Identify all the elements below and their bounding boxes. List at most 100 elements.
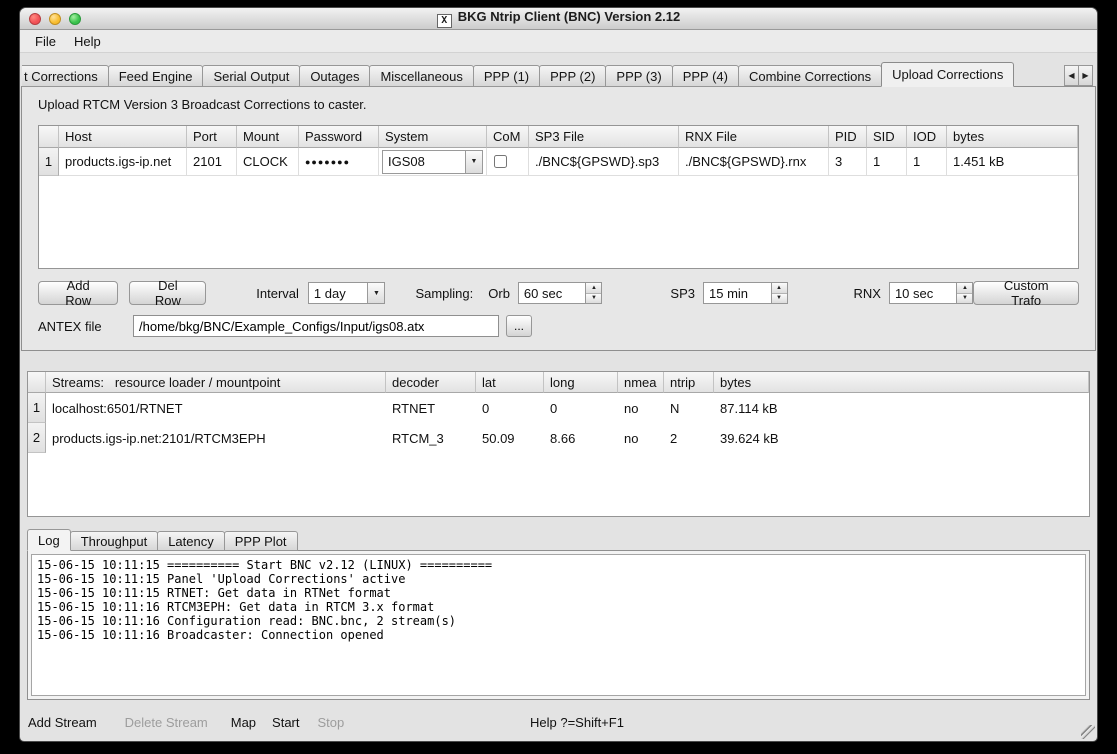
add-row-button[interactable]: Add Row	[38, 281, 118, 305]
col-header-system[interactable]: System	[379, 126, 487, 148]
antex-file-input[interactable]	[133, 315, 499, 337]
cell-nmea[interactable]: no	[618, 393, 664, 423]
minimize-button[interactable]	[49, 13, 61, 25]
interval-value: 1 day	[309, 283, 368, 303]
tab-upload-corrections[interactable]: Upload Corrections	[881, 62, 1014, 87]
row-number[interactable]: 1	[39, 148, 59, 176]
cell-lat[interactable]: 0	[476, 393, 544, 423]
tab-ppp-4[interactable]: PPP (4)	[672, 65, 739, 87]
tab-log[interactable]: Log	[27, 529, 71, 551]
col-header-pid[interactable]: PID	[829, 126, 867, 148]
cell-ntrip[interactable]: 2	[664, 423, 714, 453]
tab-outages[interactable]: Outages	[299, 65, 370, 87]
resize-grip[interactable]	[1081, 725, 1095, 739]
tab-ppp-plot[interactable]: PPP Plot	[224, 531, 298, 551]
cell-mountpoint[interactable]: products.igs-ip.net:2101/RTCM3EPH	[46, 423, 386, 453]
col-header-mountpoint[interactable]: Streams: resource loader / mountpoint	[46, 372, 386, 393]
col-header-bytes[interactable]: bytes	[947, 126, 1078, 148]
tab-ppp-2[interactable]: PPP (2)	[539, 65, 606, 87]
cell-long[interactable]: 0	[544, 393, 618, 423]
cell-iod[interactable]: 1	[907, 148, 947, 176]
cell-decoder[interactable]: RTCM_3	[386, 423, 476, 453]
spin-up-icon[interactable]: ▲	[586, 283, 601, 294]
col-header-ntrip[interactable]: ntrip	[664, 372, 714, 393]
cell-host[interactable]: products.igs-ip.net	[59, 148, 187, 176]
zoom-button[interactable]	[69, 13, 81, 25]
add-stream-action[interactable]: Add Stream	[28, 715, 97, 730]
antex-file-label: ANTEX file	[38, 319, 133, 334]
col-header-iod[interactable]: IOD	[907, 126, 947, 148]
col-header-host[interactable]: Host	[59, 126, 187, 148]
close-button[interactable]	[29, 13, 41, 25]
col-header-sp3-file[interactable]: SP3 File	[529, 126, 679, 148]
tab-feed-engine[interactable]: Feed Engine	[108, 65, 204, 87]
delete-stream-action[interactable]: Delete Stream	[125, 715, 208, 730]
col-header-rnx-file[interactable]: RNX File	[679, 126, 829, 148]
col-header-bytes[interactable]: bytes	[714, 372, 1089, 393]
rnx-value: 10 sec	[890, 283, 957, 303]
window-title: X BKG Ntrip Client (BNC) Version 2.12	[20, 9, 1097, 28]
interval-combobox[interactable]: 1 day ▼	[308, 282, 386, 304]
col-header-password[interactable]: Password	[299, 126, 379, 148]
cell-mountpoint[interactable]: localhost:6501/RTNET	[46, 393, 386, 423]
col-header-lat[interactable]: lat	[476, 372, 544, 393]
tab-scroll-left-icon[interactable]: ◀	[1064, 65, 1079, 86]
cell-sp3-file[interactable]: ./BNC${GPSWD}.sp3	[529, 148, 679, 176]
tab-throughput[interactable]: Throughput	[70, 531, 159, 551]
menu-file[interactable]: File	[26, 32, 65, 51]
tab-serial-output[interactable]: Serial Output	[202, 65, 300, 87]
orb-spinbox[interactable]: 60 sec ▲ ▼	[518, 282, 603, 304]
start-action[interactable]: Start	[272, 715, 299, 730]
stop-action[interactable]: Stop	[318, 715, 345, 730]
cell-mount[interactable]: CLOCK	[237, 148, 299, 176]
row-number[interactable]: 1	[28, 393, 46, 423]
com-checkbox[interactable]	[494, 155, 507, 168]
tab-ppp-1[interactable]: PPP (1)	[473, 65, 540, 87]
col-header-nmea[interactable]: nmea	[618, 372, 664, 393]
system-combobox[interactable]: IGS08 ▼	[382, 150, 483, 174]
chevron-down-icon: ▼	[367, 283, 384, 303]
cell-decoder[interactable]: RTNET	[386, 393, 476, 423]
col-header-decoder[interactable]: decoder	[386, 372, 476, 393]
orb-spin-buttons: ▲ ▼	[585, 283, 601, 303]
cell-sid[interactable]: 1	[867, 148, 907, 176]
x11-app-icon: X	[437, 14, 452, 28]
cell-port[interactable]: 2101	[187, 148, 237, 176]
col-header-long[interactable]: long	[544, 372, 618, 393]
spin-down-icon[interactable]: ▼	[957, 294, 972, 304]
antex-browse-button[interactable]: ...	[506, 315, 532, 337]
sp3-spinbox[interactable]: 15 min ▲ ▼	[703, 282, 788, 304]
cell-password[interactable]: ●●●●●●●	[299, 148, 379, 176]
tab-combine-corrections[interactable]: Combine Corrections	[738, 65, 882, 87]
custom-trafo-button[interactable]: Custom Trafo	[973, 281, 1079, 305]
cell-bytes[interactable]: 39.624 kB	[714, 423, 1089, 453]
tab-scroll-right-icon[interactable]: ▶	[1078, 65, 1093, 86]
col-header-port[interactable]: Port	[187, 126, 237, 148]
cell-long[interactable]: 8.66	[544, 423, 618, 453]
del-row-button[interactable]: Del Row	[129, 281, 206, 305]
cell-ntrip[interactable]: N	[664, 393, 714, 423]
rnx-spinbox[interactable]: 10 sec ▲ ▼	[889, 282, 974, 304]
tab-miscellaneous[interactable]: Miscellaneous	[369, 65, 473, 87]
tab-broadcast-corrections[interactable]: t Corrections	[22, 65, 109, 87]
pane-description: Upload RTCM Version 3 Broadcast Correcti…	[38, 97, 1079, 112]
tab-latency[interactable]: Latency	[157, 531, 225, 551]
cell-rnx-file[interactable]: ./BNC${GPSWD}.rnx	[679, 148, 829, 176]
spin-up-icon[interactable]: ▲	[772, 283, 787, 294]
cell-bytes[interactable]: 87.114 kB	[714, 393, 1089, 423]
tab-ppp-3[interactable]: PPP (3)	[605, 65, 672, 87]
row-number[interactable]: 2	[28, 423, 46, 453]
col-header-com[interactable]: CoM	[487, 126, 529, 148]
spin-down-icon[interactable]: ▼	[586, 294, 601, 304]
cell-nmea[interactable]: no	[618, 423, 664, 453]
spin-up-icon[interactable]: ▲	[957, 283, 972, 294]
spin-down-icon[interactable]: ▼	[772, 294, 787, 304]
orb-label: Orb	[488, 286, 510, 301]
map-action[interactable]: Map	[231, 715, 256, 730]
col-header-mount[interactable]: Mount	[237, 126, 299, 148]
window-title-text: BKG Ntrip Client (BNC) Version 2.12	[458, 9, 680, 24]
col-header-sid[interactable]: SID	[867, 126, 907, 148]
cell-lat[interactable]: 50.09	[476, 423, 544, 453]
menu-help[interactable]: Help	[65, 32, 110, 51]
cell-pid[interactable]: 3	[829, 148, 867, 176]
